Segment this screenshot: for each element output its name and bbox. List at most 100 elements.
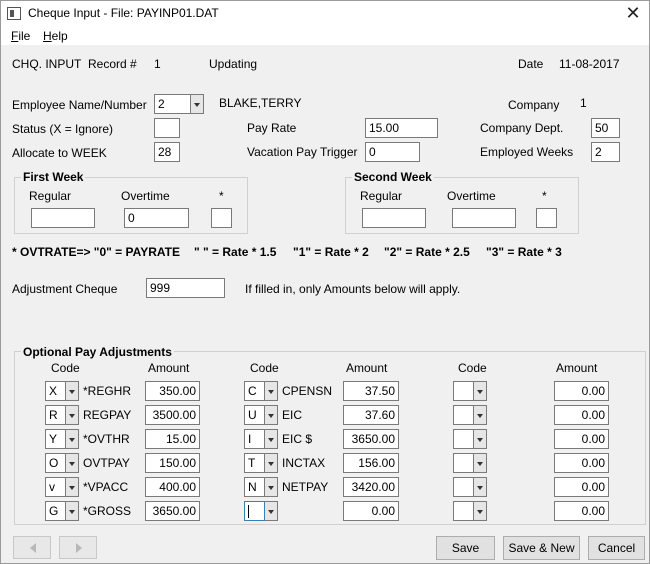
col2-row6-code-combo[interactable] <box>244 501 278 521</box>
vacation-trigger-field[interactable]: 0 <box>365 142 420 162</box>
col1-row4-code[interactable]: O <box>45 453 66 473</box>
previous-record-button[interactable] <box>13 536 51 559</box>
ovtrate-prefix: * OVTRATE=> "0" = PAYRATE <box>12 245 180 259</box>
chevron-down-icon[interactable] <box>265 501 278 521</box>
employed-weeks-field[interactable]: 2 <box>591 142 620 162</box>
col3-row1-amount[interactable]: 0.00 <box>554 381 609 401</box>
col3-row2-amount[interactable]: 0.00 <box>554 405 609 425</box>
employee-number-field[interactable]: 2 <box>154 94 191 114</box>
chevron-down-icon[interactable] <box>265 405 278 425</box>
col3-row5-code-combo[interactable] <box>453 477 487 497</box>
second-week-overtime-field[interactable] <box>452 208 516 228</box>
col2-row4-amount[interactable]: 156.00 <box>343 453 399 473</box>
col2-row2-code-combo[interactable]: U <box>244 405 278 425</box>
chevron-down-icon[interactable] <box>474 381 487 401</box>
col2-row3-code[interactable]: I <box>244 429 265 449</box>
col1-row4-amount[interactable]: 150.00 <box>145 453 200 473</box>
chevron-down-icon[interactable] <box>474 477 487 497</box>
chevron-down-icon[interactable] <box>265 381 278 401</box>
col3-row6-code[interactable] <box>453 501 474 521</box>
col2-row6-amount[interactable]: 0.00 <box>343 501 399 521</box>
col1-row4-code-combo[interactable]: O <box>45 453 79 473</box>
col1-row1-code-combo[interactable]: X <box>45 381 79 401</box>
adjustment-cheque-field[interactable]: 999 <box>146 278 225 298</box>
status-field[interactable] <box>154 118 180 138</box>
col1-row2-amount[interactable]: 3500.00 <box>145 405 200 425</box>
col2-row2-amount[interactable]: 37.60 <box>343 405 399 425</box>
col1-row5-code-combo[interactable]: v <box>45 477 79 497</box>
col1-row6-amount[interactable]: 3650.00 <box>145 501 200 521</box>
first-week-star-field[interactable] <box>211 208 232 228</box>
chevron-down-icon[interactable] <box>66 405 79 425</box>
col3-row1-code[interactable] <box>453 381 474 401</box>
chevron-down-icon[interactable] <box>474 501 487 521</box>
col2-row5-code[interactable]: N <box>244 477 265 497</box>
col1-row3-code[interactable]: Y <box>45 429 66 449</box>
col2-row1-code-combo[interactable]: C <box>244 381 278 401</box>
col2-row2-name: EIC <box>282 408 303 422</box>
col1-row3-amount[interactable]: 15.00 <box>145 429 200 449</box>
col3-row6-code-combo[interactable] <box>453 501 487 521</box>
chevron-down-icon[interactable] <box>265 453 278 473</box>
col2-row4-code-combo[interactable]: T <box>244 453 278 473</box>
col2-row1-code[interactable]: C <box>244 381 265 401</box>
col1-row2-code[interactable]: R <box>45 405 66 425</box>
col2-row5-amount[interactable]: 3420.00 <box>343 477 399 497</box>
col2-row3-amount[interactable]: 3650.00 <box>343 429 399 449</box>
close-button[interactable]: ✕ <box>621 2 645 24</box>
chevron-down-icon[interactable] <box>66 381 79 401</box>
chevron-down-icon[interactable] <box>66 501 79 521</box>
cancel-button[interactable]: Cancel <box>588 536 645 560</box>
col2-row4-code[interactable]: T <box>244 453 265 473</box>
col3-row4-code[interactable] <box>453 453 474 473</box>
chevron-down-icon[interactable] <box>265 429 278 449</box>
save-button[interactable]: Save <box>436 536 495 560</box>
first-week-overtime-field[interactable]: 0 <box>124 208 189 228</box>
col3-row3-code-combo[interactable] <box>453 429 487 449</box>
chevron-down-icon[interactable] <box>66 453 79 473</box>
col3-row2-code[interactable] <box>453 405 474 425</box>
next-record-button[interactable] <box>59 536 97 559</box>
col2-row2-code[interactable]: U <box>244 405 265 425</box>
arrow-right-icon <box>76 543 82 553</box>
chevron-down-icon[interactable] <box>191 94 204 114</box>
col1-row3-code-combo[interactable]: Y <box>45 429 79 449</box>
col2-row1-amount[interactable]: 37.50 <box>343 381 399 401</box>
save-and-new-button[interactable]: Save & New <box>503 536 580 560</box>
company-dept-field[interactable]: 50 <box>591 118 620 138</box>
col3-row3-amount[interactable]: 0.00 <box>554 429 609 449</box>
chevron-down-icon[interactable] <box>474 453 487 473</box>
col3-row5-code[interactable] <box>453 477 474 497</box>
col3-row1-code-combo[interactable] <box>453 381 487 401</box>
col1-row5-amount[interactable]: 400.00 <box>145 477 200 497</box>
employee-number-combo[interactable]: 2 <box>154 94 206 114</box>
chevron-down-icon[interactable] <box>474 405 487 425</box>
menu-file[interactable]: File <box>11 29 30 43</box>
col3-row3-code[interactable] <box>453 429 474 449</box>
col1-row1-amount[interactable]: 350.00 <box>145 381 200 401</box>
col3-row5-amount[interactable]: 0.00 <box>554 477 609 497</box>
allocate-week-field[interactable]: 28 <box>154 142 180 162</box>
col1-row6-code-combo[interactable]: G <box>45 501 79 521</box>
col3-row6-amount[interactable]: 0.00 <box>554 501 609 521</box>
col1-row1-code[interactable]: X <box>45 381 66 401</box>
col1-row6-code[interactable]: G <box>45 501 66 521</box>
col2-row5-code-combo[interactable]: N <box>244 477 278 497</box>
menu-help[interactable]: Help <box>43 29 68 43</box>
first-week-regular-field[interactable] <box>31 208 95 228</box>
ovtrate-rate-2: "1" = Rate * 2 <box>293 245 369 259</box>
col1-row5-code[interactable]: v <box>45 477 66 497</box>
chevron-down-icon[interactable] <box>265 477 278 497</box>
chevron-down-icon[interactable] <box>66 429 79 449</box>
col1-row2-code-combo[interactable]: R <box>45 405 79 425</box>
chevron-down-icon[interactable] <box>66 477 79 497</box>
col2-row3-code-combo[interactable]: I <box>244 429 278 449</box>
pay-rate-field[interactable]: 15.00 <box>365 118 438 138</box>
second-week-regular-field[interactable] <box>362 208 426 228</box>
col3-row2-code-combo[interactable] <box>453 405 487 425</box>
col2-row6-code[interactable] <box>244 501 265 521</box>
col3-row4-code-combo[interactable] <box>453 453 487 473</box>
chevron-down-icon[interactable] <box>474 429 487 449</box>
col3-row4-amount[interactable]: 0.00 <box>554 453 609 473</box>
second-week-star-field[interactable] <box>536 208 557 228</box>
